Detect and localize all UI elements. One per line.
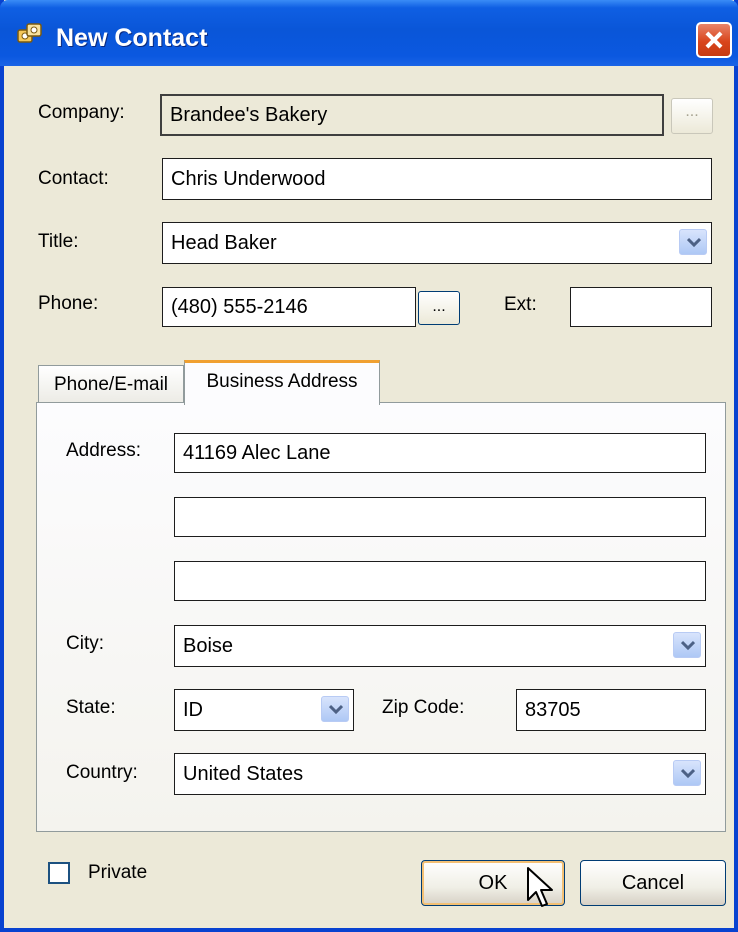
address-line2-field[interactable] [174,497,706,537]
tab-business-address[interactable]: Business Address [184,360,380,405]
country-dropdown-arrow[interactable] [673,760,701,786]
company-field[interactable]: Brandee's Bakery [160,94,664,136]
cancel-button[interactable]: Cancel [580,860,726,906]
tab-phone-email[interactable]: Phone/E-mail [38,365,184,403]
zip-field[interactable]: 83705 [516,689,706,731]
state-label: State: [66,697,116,718]
close-button[interactable] [696,22,732,58]
country-label: Country: [66,762,138,783]
zip-label: Zip Code: [382,697,465,718]
private-label: Private [88,862,148,883]
city-label: City: [66,633,104,654]
contact-icon [17,23,42,43]
chevron-down-icon [681,640,695,651]
phone-field[interactable]: (480) 555-2146 [162,287,416,327]
city-dropdown[interactable]: Boise [174,625,706,667]
country-dropdown[interactable]: United States [174,753,706,795]
ext-field[interactable] [570,287,712,327]
private-checkbox[interactable] [48,862,70,884]
address-label: Address: [66,440,141,461]
title-dropdown[interactable]: Head Baker [162,222,712,264]
state-value: ID [183,698,203,721]
ok-button-label: OK [478,871,508,894]
phone-browse-button[interactable]: ... [418,291,460,325]
cancel-button-label: Cancel [621,871,685,894]
city-value: Boise [183,634,234,657]
title-value: Head Baker [171,231,277,254]
ext-label: Ext: [504,294,537,315]
contact-label: Contact: [38,168,109,189]
contact-field[interactable]: Chris Underwood [162,158,712,200]
title-dropdown-arrow[interactable] [679,229,707,255]
company-label: Company: [38,102,125,123]
company-browse-button[interactable]: ... [671,98,713,134]
new-contact-dialog: New Contact Company: Brandee's Bakery ..… [0,0,738,932]
address-line3-field[interactable] [174,561,706,601]
phone-label: Phone: [38,293,99,314]
window-title: New Contact [56,24,208,52]
title-label: Title: [38,231,79,252]
country-value: United States [183,762,304,785]
address-line1-field[interactable]: 41169 Alec Lane [174,433,706,473]
city-dropdown-arrow[interactable] [673,632,701,658]
state-dropdown-arrow[interactable] [321,696,349,722]
title-bar[interactable]: New Contact [0,0,738,66]
state-dropdown[interactable]: ID [174,689,354,731]
chevron-down-icon [681,768,695,779]
chevron-down-icon [687,237,701,248]
ok-button[interactable]: OK [421,860,565,906]
chevron-down-icon [329,704,343,715]
